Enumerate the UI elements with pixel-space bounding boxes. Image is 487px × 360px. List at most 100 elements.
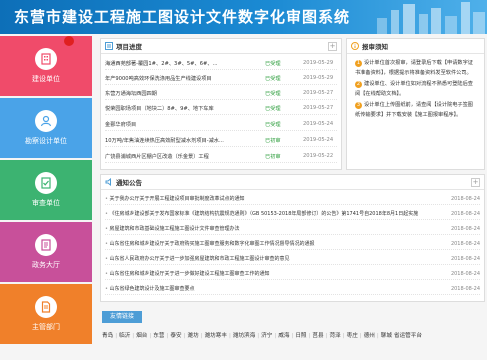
date-text: 2019-05-22 [303,153,334,159]
table-row[interactable]: 悦荣园职场项目（地块二）8#、9#、地下车库 已受理 2019-05-27 [105,102,337,115]
notice-title[interactable]: 《住房城乡建设部关于发布国家标准《建筑结构抗震规范通则》（GB 50153-20… [105,210,445,217]
table-row[interactable]: 年产9000吨高效环保洗涤用品生产线建设项目 已受理 2019-05-29 [105,72,337,85]
date-text: 2018-08-24 [450,255,480,262]
more-button[interactable]: + [328,42,337,51]
status-text: 已受理 [265,60,281,67]
list-item[interactable]: 山东省住房和城乡建设厅关于进一步做好建设工程施工图审查工作的通知 2018-08-… [105,268,480,280]
checklist-icon [35,172,57,194]
link-rizhao[interactable]: 日照 [295,331,306,342]
user-icon [35,110,57,132]
table-row[interactable]: 10万吨/年焦油连续热压高效耐型减水剂项目-减水... 已初审 2019-05-24 [105,134,337,147]
list-item[interactable]: 房屋建筑和市政基础设施工程施工图设计文件审查管理办法 2018-08-24 [105,223,480,235]
guide-text: 设计单位上传图纸前，请查阅【设计院电子签图纸传输要求】并下载安装【施工图报审程序… [355,102,473,118]
link-dongying[interactable]: 东营 [153,331,164,342]
date-text: 2018-08-24 [450,195,480,202]
project-name[interactable]: 东营万通海坛西园四期 [105,90,265,97]
more-button[interactable]: + [471,178,480,187]
status-text: 已初审 [265,137,281,144]
guide-item: 1 设计单位首次报审，请登录后下载【申请数字证书准备资料】，根据提示将准备资料发至… [355,58,476,78]
list-item[interactable]: 《住房城乡建设部关于发布国家标准《建筑结构抗震规范通则》（GB 50153-20… [105,208,480,220]
list-item[interactable]: 山东省人民政府办公厅关于进一步加强房屋建筑和市政工程施工图设计审查的意见 2018… [105,253,480,265]
guide-text: 建设单位、设计单位如对流程不熟悉可登陆后查阅【在线帮助文档】。 [355,81,473,97]
status-text: 已受理 [265,90,281,97]
document-icon [35,234,57,256]
date-text: 2018-08-24 [450,225,480,232]
date-text: 2019-05-24 [303,137,334,143]
link-taian[interactable]: 泰安 [170,331,181,342]
guide-item: 3 设计单位上传图纸前，请查阅【设计院电子签图纸传输要求】并下载安装【施工图报审程… [355,100,476,120]
sidebar-item-label: 审查单位 [32,199,60,207]
link-provincial-platform[interactable]: 省运管平台 [394,331,422,342]
guide-text: 设计单位首次报审，请登录后下载【申请数字证书准备资料】，根据提示将准备资料发至软… [355,60,473,76]
date-text: 2019-05-29 [303,60,334,66]
notice-panel: 通知公告 + 关于我办公厅关于开展工程建设项目审批制度改革试点的通知 2018-0… [100,174,485,302]
link-weifang[interactable]: 潍坊 [187,331,198,342]
submission-guide-panel: 报审须知 1 设计单位首次报审，请登录后下载【申请数字证书准备资料】，根据提示将准… [346,38,485,170]
project-name[interactable]: 海通西苑部著-覆园1#、2#、3#、5#、6#、... [105,60,265,67]
project-name[interactable]: 悦荣园职场项目（地块二）8#、9#、地下车库 [105,105,265,112]
info-icon [351,42,359,50]
date-text: 2018-08-24 [450,240,480,247]
project-name[interactable]: 10万吨/年焦油连续热压高效耐型减水剂项目-减水... [105,137,265,144]
link-weihai[interactable]: 威海 [278,331,289,342]
link-weifang-hanting[interactable]: 潍坊寒丰 [205,331,227,342]
link-juxian[interactable]: 莒县 [312,331,323,342]
panel-title: 通知公告 [116,179,142,187]
notice-title[interactable]: 山东省住房和城乡建设厅关于政府购买施工图审查服务和数字化审图工作情况督导情况的通… [105,240,445,247]
building-icon [35,48,57,70]
status-text: 已初审 [265,153,281,160]
friendly-links: 青岛 | 临沂 | 烟台 | 东营 | 泰安 | 潍坊 | 潍坊寒丰 | 潍坊滨海 | 济宁 | … [102,331,487,342]
project-name[interactable]: 年产9000吨高效环保洗涤用品生产线建设项目 [105,75,265,82]
link-jining[interactable]: 济宁 [261,331,272,342]
header-banner: 东营市建设工程施工图设计文件数字化审图系统 [0,0,487,34]
link-linyi[interactable]: 临沂 [119,331,130,342]
guide-list: 1 设计单位首次报审，请登录后下载【申请数字证书准备资料】，根据提示将准备资料发至… [347,54,484,125]
sidebar-item-competent-department[interactable]: 主管部门 [0,284,92,344]
sidebar-item-government-hall[interactable]: 政务大厅 [0,222,92,282]
sidebar-item-label: 勘察设计单位 [25,137,67,145]
notice-title[interactable]: 山东省人民政府办公厅关于进一步加强房屋建筑和市政工程施工图设计审查的意见 [105,255,445,262]
link-weifang-binhai[interactable]: 潍坊滨海 [233,331,255,342]
notice-title[interactable]: 山东省绿色建筑设计及施工图审查要点 [105,285,445,292]
table-row[interactable]: 广饶县浦城西片区棚户区改造（乐金景）工程 已初审 2019-05-22 [105,150,337,163]
date-text: 2019-05-24 [303,121,334,127]
panel-title: 项目进度 [116,43,142,51]
project-name[interactable]: 金鄞华府项目 [105,121,265,128]
sidebar-item-label: 主管部门 [32,323,60,331]
table-row[interactable]: 金鄞华府项目 已受理 2019-05-24 [105,118,337,131]
date-text: 2018-08-24 [450,210,480,217]
link-yantai[interactable]: 烟台 [136,331,147,342]
guide-item: 2 建设单位、设计单位如对流程不熟悉可登陆后查阅【在线帮助文档】。 [355,79,476,99]
list-item[interactable]: 山东省绿色建筑设计及施工图审查要点 2018-08-24 [105,283,480,295]
notice-title[interactable]: 房屋建筑和市政基础设施工程施工图设计文件审查管理办法 [105,225,445,232]
sidebar-item-label: 建设单位 [32,75,60,83]
link-dezhou[interactable]: 德州 [364,331,375,342]
sidebar-item-construction-unit[interactable]: 建设单位 [0,36,92,96]
friendly-links-title: 友情链接 [102,311,142,323]
table-row[interactable]: 海通西苑部著-覆园1#、2#、3#、5#、6#、... 已受理 2019-05-29 [105,57,337,70]
status-text: 已受理 [265,75,281,82]
sidebar-item-survey-design-unit[interactable]: 勘察设计单位 [0,98,92,158]
sidebar-item-review-unit[interactable]: 审查单位 [0,160,92,220]
notification-dot [64,36,74,46]
notice-title[interactable]: 关于我办公厅关于开展工程建设项目审批制度改革试点的通知 [105,195,445,202]
link-heze[interactable]: 菏泽 [330,331,341,342]
date-text: 2018-08-24 [450,270,480,277]
sidebar-item-label: 政务大厅 [32,261,60,269]
step-number: 2 [355,81,362,88]
link-qingdao[interactable]: 青岛 [102,331,113,342]
list-item[interactable]: 关于我办公厅关于开展工程建设项目审批制度改革试点的通知 2018-08-24 [105,193,480,205]
project-progress-panel: 项目进度 + 海通西苑部著-覆园1#、2#、3#、5#、6#、... 已受理 201… [100,38,342,170]
step-number: 1 [355,60,362,67]
link-zaozhuang[interactable]: 枣庄 [347,331,358,342]
speaker-icon [105,178,111,186]
project-name[interactable]: 广饶县浦城西片区棚户区改造（乐金景）工程 [105,153,265,160]
link-liaocheng[interactable]: 聊城 [381,331,392,342]
table-row[interactable]: 东营万通海坛西园四期 已受理 2019-05-27 [105,87,337,100]
list-item[interactable]: 山东省住房和城乡建设厅关于政府购买施工图审查服务和数字化审图工作情况督导情况的通… [105,238,480,250]
page-title: 东营市建设工程施工图设计文件数字化审图系统 [14,8,351,26]
panel-title: 报审须知 [362,43,388,51]
notice-title[interactable]: 山东省住房和城乡建设厅关于进一步做好建设工程施工图审查工作的通知 [105,270,445,277]
file-icon [35,296,57,318]
status-text: 已受理 [265,121,281,128]
